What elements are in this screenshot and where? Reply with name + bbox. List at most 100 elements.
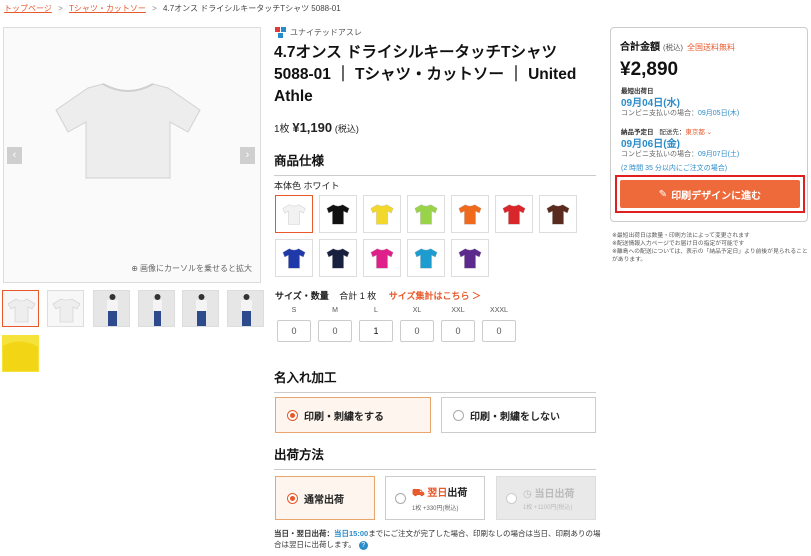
chevron-right-icon: > [58, 4, 63, 13]
color-swatch[interactable] [363, 195, 401, 233]
clock-icon: ◷ [523, 489, 532, 500]
size-label: S [291, 307, 297, 314]
proceed-to-design-button[interactable]: ✎ 印刷デザインに進む [620, 180, 800, 208]
product-title: 4.7オンス ドライシルキータッチTシャツ 5088-01 ｜ Tシャツ・カット… [274, 44, 577, 105]
order-countdown: (2 時間 35 分以内にご注文の場合) [621, 165, 728, 172]
color-swatch[interactable] [275, 195, 313, 233]
tshirt-swatch-icon [326, 204, 350, 225]
breadcrumb-category-link[interactable]: Tシャツ・カットソー [69, 4, 146, 13]
order-summary-panel: 合計金額 (税込) 全国送料無料 ¥2,890 最短出荷日 09月04日(水) コン… [610, 27, 808, 222]
breadcrumb-home-link[interactable]: トップページ [4, 4, 52, 13]
tshirt-swatch-icon [370, 248, 394, 269]
thumbnail-model-front[interactable] [93, 290, 130, 327]
total-price: ¥2,890 [620, 59, 679, 80]
size-quantity-input[interactable]: 0 [400, 320, 434, 342]
radio-unchecked-icon [395, 492, 406, 504]
color-swatch[interactable] [451, 195, 489, 233]
model-thumb-icon [228, 291, 263, 326]
delivery-date: 09月06日(金) [621, 139, 680, 150]
shipping-note: 当日・翌日出荷：当日15:00までにご注文が完了した場合、印刷なしの場合は当日、… [274, 529, 601, 550]
radio-unchecked-icon [453, 409, 464, 421]
shipping-option-sameday[interactable]: ◷ 当日出荷 1枚 +1100円(税込) [496, 476, 596, 520]
color-swatch[interactable] [407, 195, 445, 233]
thumbnail-model-detail[interactable] [227, 290, 264, 327]
delivery-region-select[interactable]: 東京都 ⌄ [685, 129, 712, 136]
shipping-section-title: 出荷方法 [274, 444, 596, 470]
size-column: M0 [317, 307, 353, 342]
tshirt-thumb-icon [7, 298, 36, 323]
delivery-date-convenience: コンビニ支払いの場合：09月07日(土) [621, 151, 740, 158]
tshirt-swatch-icon [458, 204, 482, 225]
color-swatch[interactable] [363, 239, 401, 277]
brand-label[interactable]: ユナイテッドアスレ [275, 27, 362, 38]
size-quantity-input[interactable]: 0 [318, 320, 352, 342]
size-quantity-input[interactable]: 0 [441, 320, 475, 342]
color-swatch[interactable] [275, 239, 313, 277]
size-label: XL [412, 307, 422, 314]
radio-disabled-icon [506, 492, 517, 504]
zoom-icon: ⊕ [131, 264, 138, 273]
spec-section-title: 商品仕様 [274, 150, 596, 176]
size-column: L1 [358, 307, 394, 342]
color-swatch[interactable] [451, 239, 489, 277]
model-thumb-icon [94, 291, 129, 326]
shipping-option-normal[interactable]: 通常出荷 [275, 476, 375, 520]
unit-price: 1枚 ¥1,190 (税込) [274, 120, 359, 135]
zoom-hint: ⊕ 画像にカーソルを乗せると拡大 [131, 264, 252, 273]
gallery-prev-button[interactable]: ‹ [7, 147, 22, 164]
size-label: XXXL [490, 307, 508, 314]
size-label: L [374, 307, 378, 314]
radio-checked-icon [287, 409, 298, 421]
color-swatch[interactable] [319, 239, 357, 277]
tshirt-swatch-icon [458, 248, 482, 269]
size-summary-link[interactable]: サイズ集計はこちら ＞ [389, 291, 481, 301]
thumbnail-model-back[interactable] [182, 290, 219, 327]
cta-highlight-frame: ✎ 印刷デザインに進む [615, 175, 805, 213]
chevron-right-icon: > [152, 4, 157, 13]
shipping-option-nextday[interactable]: ⛟ 翌日出荷 1枚 +330円(税込) [385, 476, 485, 520]
color-swatch[interactable] [407, 239, 445, 277]
summary-notes: ※最短出荷日は数量・印刷方法によって変更されます ※配送情報入力ページでお届け日… [612, 233, 808, 263]
total-heading: 合計金額 (税込) 全国送料無料 [620, 42, 735, 53]
thumbnail-model-side[interactable] [138, 290, 175, 327]
body-color-label: 本体色 ホワイト [274, 181, 340, 191]
main-product-image[interactable]: ‹ › ⊕ 画像にカーソルを乗せると拡大 [3, 27, 261, 283]
gallery-next-button[interactable]: › [240, 147, 255, 164]
tshirt-swatch-icon [414, 204, 438, 225]
help-icon[interactable]: ? [358, 541, 368, 550]
tshirt-swatch-icon [282, 204, 306, 225]
ship-date-convenience: コンビニ支払いの場合：09月05日(木) [621, 110, 740, 117]
size-quantity-input[interactable]: 0 [277, 320, 311, 342]
tshirt-swatch-icon [546, 204, 570, 225]
size-column: XXXL 0 [481, 307, 517, 342]
tshirt-thumb-icon [52, 298, 81, 323]
thumbnail-back[interactable] [47, 290, 84, 327]
breadcrumb: トップページ > Tシャツ・カットソー > 4.7オンス ドライシルキータッチT… [4, 3, 341, 14]
size-quantity-input[interactable]: 1 [359, 320, 393, 342]
size-column: XXL 0 [440, 307, 476, 342]
breadcrumb-current: 4.7オンス ドライシルキータッチTシャツ 5088-01 [163, 4, 341, 13]
model-thumb-icon [183, 291, 218, 326]
thumbnail-fabric-yellow[interactable] [2, 335, 39, 372]
tshirt-swatch-icon [326, 248, 350, 269]
tshirt-swatch-icon [370, 204, 394, 225]
thumbnail-front[interactable] [2, 290, 39, 327]
model-thumb-icon [139, 291, 174, 326]
size-quantity-input[interactable]: 0 [482, 320, 516, 342]
ship-date: 09月04日(水) [621, 98, 680, 109]
tshirt-image [55, 83, 201, 179]
color-swatch[interactable] [539, 195, 577, 233]
color-swatch[interactable] [495, 195, 533, 233]
size-column: XL 0 [399, 307, 435, 342]
size-label: XXL [451, 307, 465, 314]
tshirt-swatch-icon [502, 204, 526, 225]
color-swatch[interactable] [319, 195, 357, 233]
radio-checked-icon [287, 492, 298, 504]
size-quantity-header: サイズ・数量 合計 1 枚 サイズ集計はこちら ＞ [275, 291, 482, 301]
fabric-thumb-icon [3, 341, 38, 371]
size-column: S0 [276, 307, 312, 342]
size-label: M [332, 307, 338, 314]
print-option-yes[interactable]: 印刷・刺繍をする [275, 397, 431, 433]
print-option-no[interactable]: 印刷・刺繍をしない [441, 397, 596, 433]
delivery-truck-icon: ⛟ [412, 488, 425, 499]
